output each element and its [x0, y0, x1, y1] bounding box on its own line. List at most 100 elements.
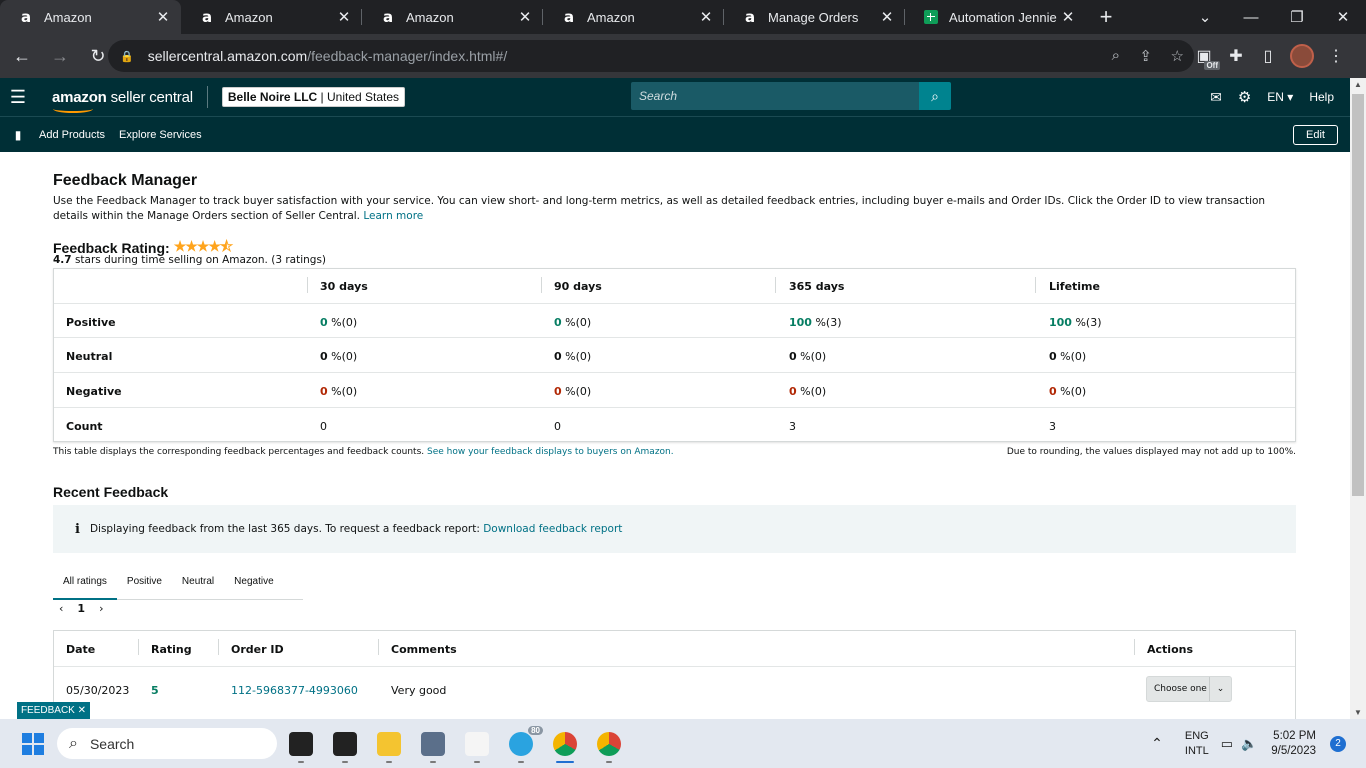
- tab-all-ratings[interactable]: All ratings: [53, 566, 117, 600]
- chevron-up-icon[interactable]: ⌃: [1151, 735, 1163, 752]
- feedback-button[interactable]: FEEDBACK ✕: [17, 702, 90, 719]
- browser-tab[interactable]: a Manage Orders ✕: [724, 0, 905, 34]
- account-switcher[interactable]: Belle Noire LLC | United States: [221, 87, 406, 107]
- row-label: Neutral: [66, 350, 113, 363]
- column-header: Lifetime: [1049, 280, 1100, 293]
- chrome-icon[interactable]: [553, 732, 577, 756]
- file-explorer-icon[interactable]: [377, 732, 401, 756]
- amazon-icon: a: [201, 8, 213, 26]
- url-path: /feedback-manager/index.html#/: [307, 48, 508, 64]
- notification-badge[interactable]: 2: [1330, 735, 1346, 752]
- download-report-link[interactable]: Download feedback report: [483, 523, 622, 535]
- menu-dots-icon[interactable]: ⋮: [1326, 42, 1346, 70]
- chrome-icon[interactable]: [597, 732, 621, 756]
- close-icon[interactable]: ✕: [517, 8, 533, 26]
- app-icon[interactable]: [289, 732, 313, 756]
- seller-central-header: ☰ amazon seller central Belle Noire LLC …: [0, 78, 1350, 116]
- language-selector[interactable]: EN ▾: [1267, 90, 1293, 104]
- extension-off-icon[interactable]: ▣ Off: [1194, 42, 1220, 70]
- feedback-comment: Very good: [391, 684, 447, 697]
- chevron-right-icon[interactable]: ›: [99, 602, 103, 615]
- positive-value: 0: [320, 316, 328, 329]
- browser-tab[interactable]: a Amazon ✕: [181, 0, 362, 34]
- negative-value: 0: [789, 385, 797, 398]
- scroll-down-icon[interactable]: ▼: [1354, 708, 1362, 717]
- rating-suffix: stars during time selling on Amazon. (3 …: [71, 254, 327, 266]
- actions-dropdown[interactable]: Choose one ⌄: [1146, 676, 1232, 702]
- address-bar[interactable]: 🔒 sellercentral.amazon.com/feedback-mana…: [108, 40, 1194, 72]
- app-icon[interactable]: [333, 732, 357, 756]
- info-text: Displaying feedback from the last 365 da…: [89, 523, 480, 535]
- hamburger-menu-icon[interactable]: ☰: [0, 78, 36, 116]
- browser-tab[interactable]: Automation Jennie Mi ✕: [905, 0, 1086, 34]
- close-icon[interactable]: ✕: [155, 8, 171, 26]
- lock-icon[interactable]: 🔒: [120, 50, 134, 63]
- scroll-up-icon[interactable]: ▲: [1354, 80, 1362, 89]
- table-cell: 100 %(3): [789, 316, 842, 329]
- negative-value: 0: [1049, 385, 1057, 398]
- url-host: sellercentral.amazon.com: [147, 48, 308, 64]
- search-button[interactable]: ⌕: [919, 82, 951, 110]
- close-icon[interactable]: ✕: [879, 8, 895, 26]
- tab-search-icon[interactable]: ⌄: [1182, 0, 1228, 34]
- close-icon[interactable]: ✕: [698, 8, 714, 26]
- network-icon[interactable]: ▭: [1221, 736, 1233, 752]
- rounding-note: Due to rounding, the values displayed ma…: [1006, 447, 1296, 457]
- close-icon[interactable]: ✕: [336, 8, 352, 26]
- taskbar-search-placeholder: Search: [89, 735, 135, 752]
- rating-summary: 4.7 stars during time selling on Amazon.…: [53, 254, 326, 266]
- volume-icon[interactable]: 🔈: [1241, 736, 1257, 752]
- feedback-display-link[interactable]: See how your feedback displays to buyers…: [427, 447, 674, 457]
- seller-central-logo[interactable]: amazon seller central: [52, 89, 193, 113]
- page-description: Use the Feedback Manager to track buyer …: [53, 194, 1283, 224]
- column-header: Actions: [1147, 643, 1193, 656]
- tab-neutral[interactable]: Neutral: [172, 566, 224, 600]
- edit-button[interactable]: Edit: [1293, 125, 1338, 145]
- tab-negative[interactable]: Negative: [224, 566, 283, 600]
- app-icon[interactable]: [465, 732, 489, 756]
- zoom-icon[interactable]: ⌕: [1112, 47, 1120, 64]
- calculator-icon[interactable]: [421, 732, 445, 756]
- page-number[interactable]: 1: [77, 602, 85, 615]
- minimize-button[interactable]: —: [1228, 0, 1274, 34]
- back-button[interactable]: ←: [6, 40, 38, 72]
- bookmark-star-icon[interactable]: ☆: [1171, 47, 1184, 65]
- puzzle-icon[interactable]: ✚: [1226, 42, 1246, 70]
- restore-button[interactable]: ❐: [1274, 0, 1320, 34]
- browser-tab[interactable]: a Amazon ✕: [543, 0, 724, 34]
- close-icon[interactable]: ✕: [78, 705, 86, 716]
- input-language[interactable]: ENG INTL: [1185, 729, 1209, 759]
- scrollbar-thumb[interactable]: [1352, 94, 1364, 496]
- tab-positive[interactable]: Positive: [117, 566, 172, 600]
- table-row: Negative 0 %(0) 0 %(0) 0 %(0) 0 %(0): [54, 372, 1295, 407]
- browser-tab[interactable]: a Amazon ✕: [362, 0, 543, 34]
- share-icon[interactable]: ⇪: [1139, 47, 1152, 65]
- order-id-link[interactable]: 112-5968377-4993060: [231, 684, 358, 697]
- page-scrollbar[interactable]: ▲ ▼: [1350, 78, 1366, 719]
- bookmark-icon[interactable]: ▮: [0, 128, 36, 142]
- side-panel-icon[interactable]: ▯: [1258, 42, 1278, 70]
- mail-icon[interactable]: ✉: [1210, 89, 1222, 106]
- chevron-left-icon[interactable]: ‹: [59, 602, 63, 615]
- new-tab-button[interactable]: +: [1086, 0, 1126, 34]
- clock[interactable]: 5:02 PM 9/5/2023: [1271, 729, 1316, 759]
- chevron-down-icon[interactable]: ⌄: [1209, 677, 1231, 701]
- taskbar-search-input[interactable]: ⌕ Search: [57, 728, 277, 759]
- close-icon[interactable]: ✕: [1060, 8, 1076, 26]
- explore-services-link[interactable]: Explore Services: [119, 129, 202, 141]
- learn-more-link[interactable]: Learn more: [363, 210, 423, 222]
- telegram-icon[interactable]: 80: [509, 726, 543, 756]
- browser-tab[interactable]: a Amazon ✕: [0, 0, 181, 34]
- profile-avatar[interactable]: [1290, 44, 1314, 68]
- browser-tab-strip: a Amazon ✕ a Amazon ✕ a Amazon ✕ a Amazo…: [0, 0, 1366, 34]
- seller-central-subnav: ▮ Add Products Explore Services Edit: [0, 116, 1350, 152]
- search-input[interactable]: Search: [631, 82, 919, 110]
- help-link[interactable]: Help: [1309, 90, 1334, 104]
- table-note: This table displays the corresponding fe…: [53, 447, 674, 457]
- forward-button[interactable]: →: [44, 40, 76, 72]
- close-window-button[interactable]: ✕: [1320, 0, 1366, 34]
- gear-icon[interactable]: ⚙: [1238, 88, 1251, 106]
- add-products-link[interactable]: Add Products: [39, 129, 105, 141]
- windows-start-icon[interactable]: [22, 733, 44, 755]
- tab-title: Amazon: [44, 9, 92, 25]
